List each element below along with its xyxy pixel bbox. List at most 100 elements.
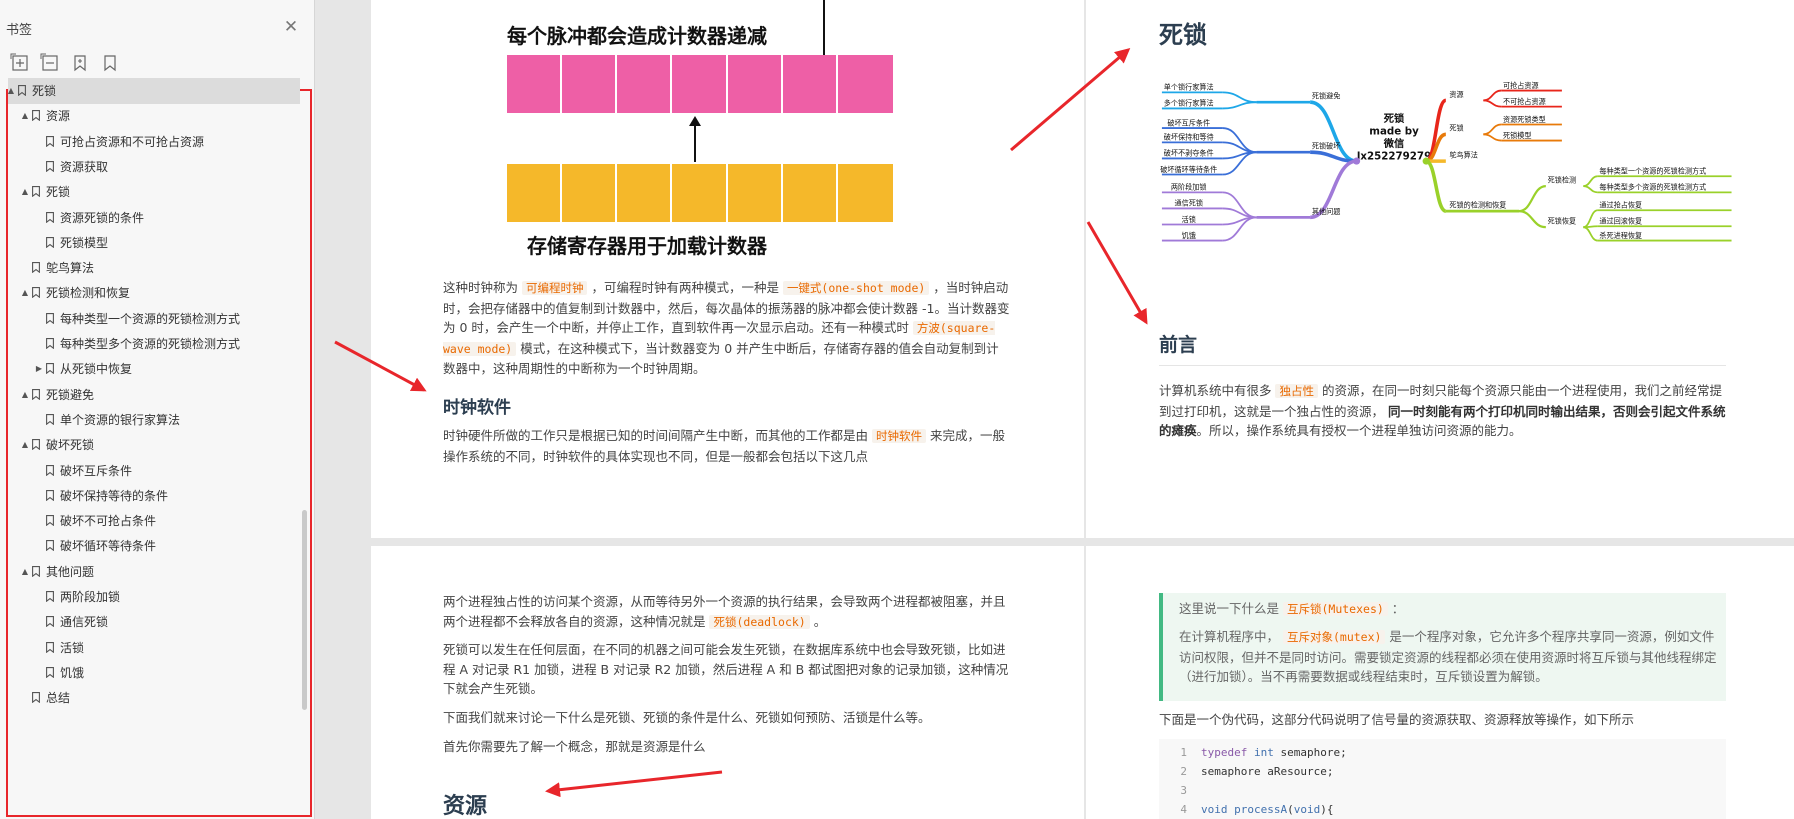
line-number: 4 [1180, 803, 1187, 816]
mindmap-branch [1583, 185, 1598, 194]
mindmap-leaf-label: 破坏互斥条件 [1167, 118, 1210, 127]
bookmark-item[interactable]: ▲ 破坏死锁 [8, 432, 300, 458]
text-run: 这种时钟称为 [443, 280, 522, 295]
bookmark-item[interactable]: 两阶段加锁 [8, 584, 300, 610]
mindmap-leaf-label: 饥饿 [1182, 231, 1196, 240]
code-token: typedef [1201, 746, 1248, 759]
bookmark-item[interactable]: ▲ 死锁检测和恢复 [8, 280, 300, 306]
mindmap-leaf-label: 杀死进程恢复 [1599, 231, 1642, 240]
bookmark-label: 每种类型一个资源的死锁检测方式 [60, 311, 241, 326]
bookmark-item[interactable]: ▶ 从死锁中恢复 [8, 356, 300, 382]
pdf-page-2: 死锁 死锁 made by 微信 lx252279279 死锁避免 单个锁行家算法 多个锁行… [1086, 0, 1794, 538]
bookmark-icon[interactable] [100, 53, 120, 73]
bookmark-icon [46, 515, 54, 527]
mindmap-leaf-label: 可抢占资源 [1503, 81, 1539, 90]
bookmark-label: 资源获取 [60, 159, 109, 174]
bookmark-panel: 书签 ✕ ▲ 死锁 ▲ 资源 可抢占资源和不可抢占资源 资源获取 ▲ 死锁 资源死锁的条件 死锁模… [0, 0, 315, 819]
bookmark-icon [46, 312, 54, 324]
mindmap-leaf-label: 每种类型一个资源的死锁检测方式 [1599, 167, 1706, 176]
mindmap-branch [1425, 159, 1447, 213]
bookmark-item[interactable]: 死锁模型 [8, 230, 300, 256]
bookmark-item[interactable]: 总结 [8, 685, 300, 711]
bookmark-item[interactable]: 通信死锁 [8, 609, 300, 635]
bookmark-label: 破坏循环等待条件 [60, 539, 157, 554]
add-bookmark-icon[interactable] [70, 53, 90, 73]
inline-code: 时钟软件 [871, 429, 926, 443]
mindmap-hub [1352, 157, 1361, 165]
text-run: 下面我们就来讨论一下什么是死锁、死锁的条件是什么、死锁如何预防、活锁是什么等。 [443, 710, 931, 725]
mindmap-branch [1483, 133, 1502, 142]
pseudocode-block: 1 typedef int semaphore; 2 semaphore aResou… [1159, 739, 1726, 819]
mindmap-branch [1518, 184, 1547, 213]
collapse-arrow-icon[interactable]: ▲ [20, 432, 30, 458]
bookmark-label: 资源死锁的条件 [60, 210, 145, 225]
bookmark-icon [46, 666, 54, 678]
bookmark-icon [46, 591, 54, 602]
collapse-arrow-icon[interactable]: ▲ [20, 179, 30, 205]
bookmark-item[interactable]: ▲ 资源 [8, 103, 300, 129]
register-cell [507, 55, 563, 113]
text-run: 下面是一个伪代码，这部分代码说明了信号量的资源获取、资源释放等操作，如下所示 [1159, 712, 1635, 727]
mindmap-leaf-label: 两阶段加锁 [1171, 183, 1207, 192]
bookmark-item[interactable]: 活锁 [8, 635, 300, 661]
bookmark-icon [32, 186, 40, 198]
register-cell [783, 164, 838, 222]
sidebar-scrollbar[interactable] [302, 510, 307, 710]
collapse-all-icon[interactable] [40, 53, 60, 73]
bookmark-label: 死锁 [32, 84, 57, 98]
register-cell [783, 55, 838, 113]
resource-intro-paragraph: 首先你需要先了解一个概念，那就是资源是什么 [443, 737, 1010, 757]
collapse-arrow-icon[interactable]: ▲ [20, 559, 30, 585]
text-run: 。 [809, 613, 827, 629]
bookmark-label: 其他问题 [46, 564, 95, 579]
code-text: typedef int semaphore; [1201, 743, 1347, 762]
mindmap-branch [1583, 175, 1598, 187]
bookmark-toolbar [10, 53, 120, 75]
mutex-note-body: 在计算机程序中， 互斥对象(mutex) 是一个程序对象，它允许多个程序共享同一… [1179, 627, 1719, 687]
close-icon[interactable]: ✕ [282, 18, 300, 36]
code-token: int [1253, 746, 1274, 759]
code-text: void processA(void){ [1201, 800, 1333, 819]
collapse-arrow-icon[interactable]: ▲ [20, 103, 30, 129]
expand-all-icon[interactable] [10, 53, 30, 73]
code-text: semaphore aResource; [1201, 762, 1333, 781]
bookmark-item[interactable]: 每种类型一个资源的死锁检测方式 [8, 306, 300, 332]
text-run: 。所以，操作系统具有授权一个进程单独访问资源的能力。 [1196, 423, 1522, 438]
inline-code: 互斥对象(mutex) [1282, 630, 1386, 644]
mindmap-branch [1483, 123, 1502, 136]
collapse-arrow-icon[interactable]: ▲ [20, 382, 30, 408]
bookmark-item[interactable]: ▲ 其他问题 [8, 559, 300, 585]
pdf-page-3: 两个进程独占性的访问某个资源，从而等待另外一个资源的执行结果，会导致两个进程都被… [371, 546, 1084, 819]
bookmark-item[interactable]: ▲ 死锁 [8, 78, 300, 104]
expand-arrow-icon[interactable]: ▶ [34, 356, 44, 382]
line-number: 3 [1180, 784, 1187, 797]
bookmark-item[interactable]: 每种类型多个资源的死锁检测方式 [8, 331, 300, 357]
bookmark-label: 通信死锁 [60, 615, 109, 630]
bookmark-item[interactable]: 破坏循环等待条件 [8, 533, 300, 559]
bookmark-icon [46, 135, 54, 147]
mindmap-leaf-label: 通信死锁 [1174, 199, 1203, 208]
mindmap-node-label: 死锁恢复 [1548, 217, 1577, 226]
collapse-arrow-icon[interactable]: ▲ [20, 280, 30, 306]
bookmark-item[interactable]: ▲ 死锁 [8, 179, 300, 205]
bookmark-item[interactable]: ▲ 死锁避免 [8, 382, 300, 408]
mindmap-branch [1583, 209, 1598, 229]
bookmark-item[interactable]: 资源获取 [8, 154, 300, 180]
bookmark-item[interactable]: 鸵鸟算法 [8, 255, 300, 281]
bookmark-item[interactable]: 饥饿 [8, 660, 300, 686]
mindmap-leaf-label: 破坏保持和等待 [1164, 133, 1214, 142]
bookmark-item[interactable]: 破坏互斥条件 [8, 458, 300, 484]
bookmark-item[interactable]: 单个资源的银行家算法 [8, 407, 300, 433]
bookmark-label: 破坏互斥条件 [60, 463, 133, 478]
bookmark-label: 饥饿 [60, 665, 85, 680]
bookmark-item[interactable]: 破坏保持等待的条件 [8, 483, 300, 509]
bookmark-icon [32, 565, 40, 577]
bookmark-icon [32, 439, 40, 451]
bookmark-item[interactable]: 可抢占资源和不可抢占资源 [8, 129, 300, 155]
collapse-arrow-icon[interactable]: ▲ [6, 78, 16, 104]
text-run: 时钟硬件所做的工作只是根据已知的时间间隔产生中断，而其他的工作都是由 [443, 428, 872, 443]
bookmark-item[interactable]: 破坏不可抢占条件 [8, 508, 300, 534]
bookmark-item[interactable]: 资源死锁的条件 [8, 205, 300, 231]
heading-rule [1159, 365, 1726, 366]
